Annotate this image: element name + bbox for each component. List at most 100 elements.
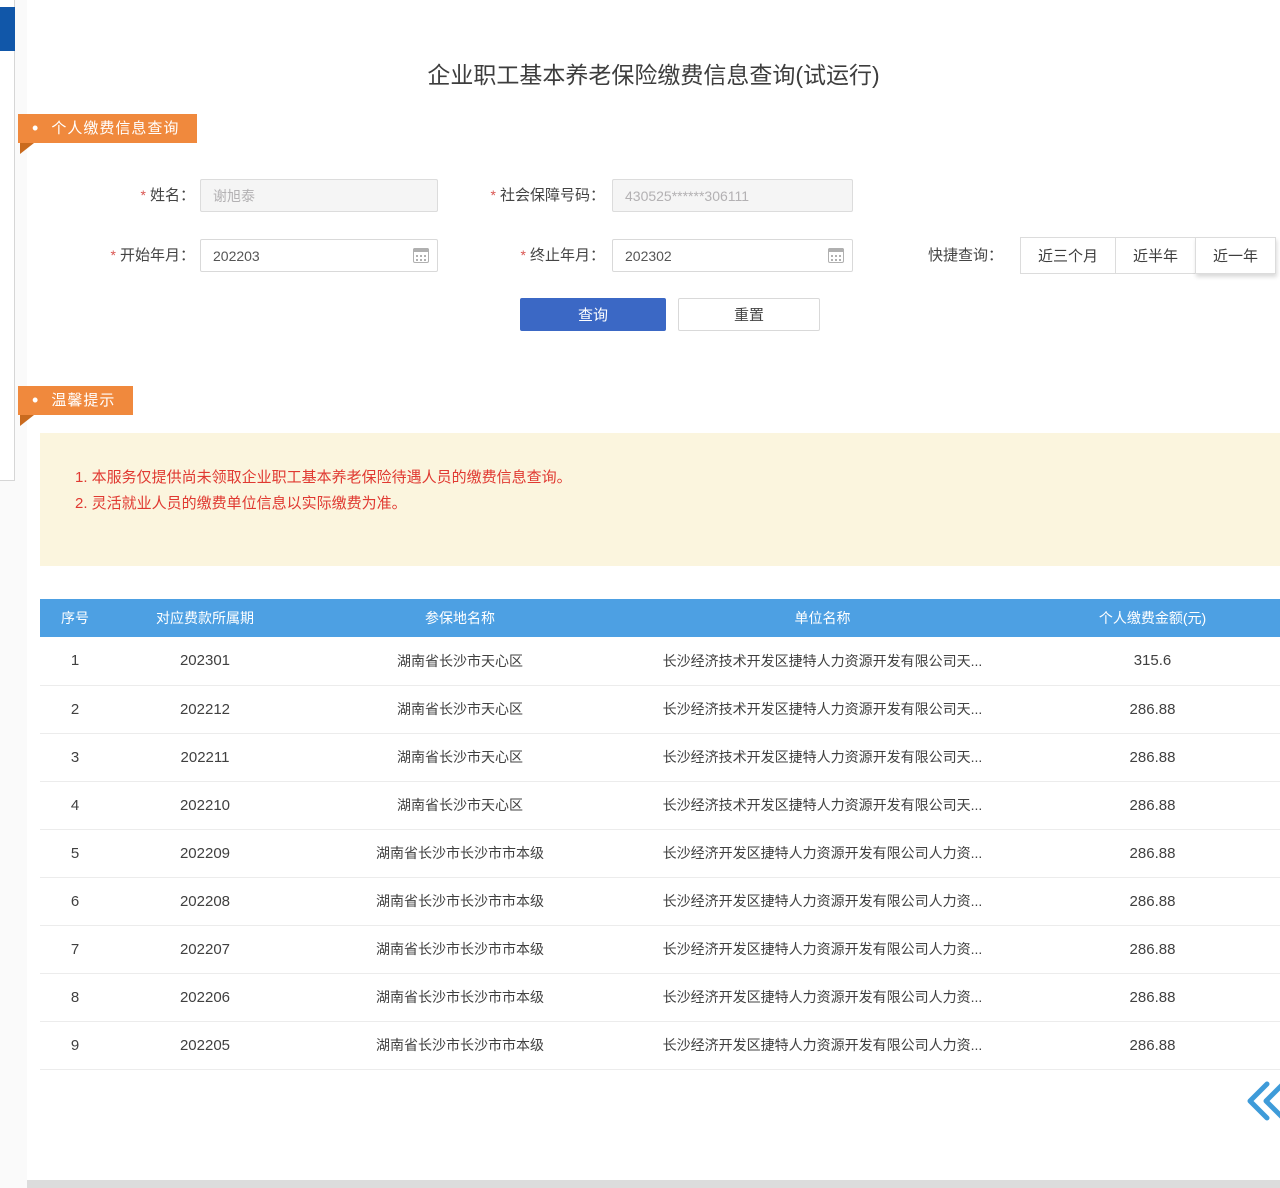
header-seq: 序号 bbox=[40, 599, 110, 637]
cell-area: 湖南省长沙市长沙市市本级 bbox=[300, 973, 620, 1021]
required-asterisk: * bbox=[111, 247, 116, 263]
ssn-label: *社会保障号码： bbox=[450, 179, 605, 212]
cell-amount: 315.6 bbox=[1025, 637, 1280, 685]
cell-seq: 5 bbox=[40, 829, 110, 877]
table-row[interactable]: 1 202301 湖南省长沙市天心区 长沙经济技术开发区捷特人力资源开发有限公司… bbox=[40, 637, 1280, 685]
reset-button[interactable]: 重置 bbox=[678, 298, 820, 331]
section-badge-query: • 个人缴费信息查询 bbox=[18, 114, 197, 143]
start-month-label: *开始年月： bbox=[60, 239, 195, 272]
cell-area: 湖南省长沙市天心区 bbox=[300, 685, 620, 733]
cell-amount: 286.88 bbox=[1025, 877, 1280, 925]
required-asterisk: * bbox=[491, 187, 496, 203]
quick-query-label: 快捷查询： bbox=[928, 239, 1012, 272]
cell-amount: 286.88 bbox=[1025, 973, 1280, 1021]
bottom-divider-strip bbox=[27, 1180, 1280, 1188]
cell-seq: 3 bbox=[40, 733, 110, 781]
ssn-input[interactable] bbox=[612, 179, 853, 212]
cell-period: 202206 bbox=[110, 973, 300, 1021]
query-button[interactable]: 查询 bbox=[520, 298, 666, 331]
table-row[interactable]: 2 202212 湖南省长沙市天心区 长沙经济技术开发区捷特人力资源开发有限公司… bbox=[40, 685, 1280, 733]
required-asterisk: * bbox=[521, 247, 526, 263]
cell-area: 湖南省长沙市长沙市市本级 bbox=[300, 1021, 620, 1069]
table-body: 1 202301 湖南省长沙市天心区 长沙经济技术开发区捷特人力资源开发有限公司… bbox=[40, 637, 1280, 1069]
bullet-icon: • bbox=[32, 114, 39, 143]
cell-area: 湖南省长沙市天心区 bbox=[300, 733, 620, 781]
table-row[interactable]: 3 202211 湖南省长沙市天心区 长沙经济技术开发区捷特人力资源开发有限公司… bbox=[40, 733, 1280, 781]
calendar-icon[interactable] bbox=[828, 248, 844, 263]
cell-company: 长沙经济开发区捷特人力资源开发有限公司人力资... bbox=[620, 1021, 1025, 1069]
cell-company: 长沙经济技术开发区捷特人力资源开发有限公司天... bbox=[620, 781, 1025, 829]
cell-seq: 9 bbox=[40, 1021, 110, 1069]
cell-amount: 286.88 bbox=[1025, 1021, 1280, 1069]
cell-amount: 286.88 bbox=[1025, 925, 1280, 973]
calendar-icon[interactable] bbox=[413, 248, 429, 263]
cell-area: 湖南省长沙市长沙市市本级 bbox=[300, 829, 620, 877]
quick-btn-last-3-months[interactable]: 近三个月 bbox=[1020, 237, 1116, 274]
cell-area: 湖南省长沙市长沙市市本级 bbox=[300, 925, 620, 973]
cell-company: 长沙经济开发区捷特人力资源开发有限公司人力资... bbox=[620, 973, 1025, 1021]
header-amount: 个人缴费金额(元) bbox=[1025, 599, 1280, 637]
section-badge-tips-label: 温馨提示 bbox=[51, 386, 115, 415]
table-row[interactable]: 6 202208 湖南省长沙市长沙市市本级 长沙经济开发区捷特人力资源开发有限公… bbox=[40, 877, 1280, 925]
cell-amount: 286.88 bbox=[1025, 781, 1280, 829]
header-area: 参保地名称 bbox=[300, 599, 620, 637]
badge-fold-decoration bbox=[20, 143, 34, 154]
cell-period: 202205 bbox=[110, 1021, 300, 1069]
table-row[interactable]: 9 202205 湖南省长沙市长沙市市本级 长沙经济开发区捷特人力资源开发有限公… bbox=[40, 1021, 1280, 1069]
header-company: 单位名称 bbox=[620, 599, 1025, 637]
cell-amount: 286.88 bbox=[1025, 829, 1280, 877]
cell-period: 202210 bbox=[110, 781, 300, 829]
page-title: 企业职工基本养老保险缴费信息查询(试运行) bbox=[27, 56, 1280, 90]
notice-line-2: 2. 灵活就业人员的缴费单位信息以实际缴费为准。 bbox=[75, 491, 1260, 517]
notice-line-1: 1. 本服务仅提供尚未领取企业职工基本养老保险待遇人员的缴费信息查询。 bbox=[75, 465, 1260, 491]
sidebar-accent-block[interactable] bbox=[0, 7, 15, 51]
cell-period: 202207 bbox=[110, 925, 300, 973]
cell-seq: 4 bbox=[40, 781, 110, 829]
quick-btn-last-half-year[interactable]: 近半年 bbox=[1115, 237, 1196, 274]
name-field-wrap bbox=[200, 179, 438, 212]
table-row[interactable]: 8 202206 湖南省长沙市长沙市市本级 长沙经济开发区捷特人力资源开发有限公… bbox=[40, 973, 1280, 1021]
payment-records-table: 序号 对应费款所属期 参保地名称 单位名称 个人缴费金额(元) 1 202301… bbox=[40, 599, 1280, 1070]
cell-seq: 7 bbox=[40, 925, 110, 973]
table-header-row: 序号 对应费款所属期 参保地名称 单位名称 个人缴费金额(元) bbox=[40, 599, 1280, 637]
end-month-field-wrap bbox=[612, 239, 853, 272]
table-row[interactable]: 5 202209 湖南省长沙市长沙市市本级 长沙经济开发区捷特人力资源开发有限公… bbox=[40, 829, 1280, 877]
name-label: *姓名： bbox=[60, 179, 195, 212]
cell-company: 长沙经济开发区捷特人力资源开发有限公司人力资... bbox=[620, 925, 1025, 973]
collapse-chevron-icon[interactable] bbox=[1243, 1078, 1280, 1124]
cell-period: 202208 bbox=[110, 877, 300, 925]
cell-period: 202211 bbox=[110, 733, 300, 781]
cell-amount: 286.88 bbox=[1025, 733, 1280, 781]
cell-area: 湖南省长沙市天心区 bbox=[300, 781, 620, 829]
end-month-input[interactable] bbox=[612, 239, 853, 272]
cell-company: 长沙经济开发区捷特人力资源开发有限公司人力资... bbox=[620, 877, 1025, 925]
section-badge-tips: • 温馨提示 bbox=[18, 386, 133, 415]
start-month-input[interactable] bbox=[200, 239, 438, 272]
header-period: 对应费款所属期 bbox=[110, 599, 300, 637]
table-row[interactable]: 4 202210 湖南省长沙市天心区 长沙经济技术开发区捷特人力资源开发有限公司… bbox=[40, 781, 1280, 829]
required-asterisk: * bbox=[141, 187, 146, 203]
badge-fold-decoration bbox=[20, 415, 34, 426]
end-month-label: *终止年月： bbox=[470, 239, 605, 272]
name-input[interactable] bbox=[200, 179, 438, 212]
section-badge-query-label: 个人缴费信息查询 bbox=[51, 114, 179, 143]
bullet-icon: • bbox=[32, 386, 39, 415]
cell-seq: 1 bbox=[40, 637, 110, 685]
cell-amount: 286.88 bbox=[1025, 685, 1280, 733]
cell-company: 长沙经济技术开发区捷特人力资源开发有限公司天... bbox=[620, 637, 1025, 685]
left-side-rail bbox=[0, 0, 15, 481]
cell-area: 湖南省长沙市天心区 bbox=[300, 637, 620, 685]
quick-btn-last-year[interactable]: 近一年 bbox=[1195, 237, 1276, 274]
cell-seq: 8 bbox=[40, 973, 110, 1021]
table-row[interactable]: 7 202207 湖南省长沙市长沙市市本级 长沙经济开发区捷特人力资源开发有限公… bbox=[40, 925, 1280, 973]
cell-seq: 6 bbox=[40, 877, 110, 925]
cell-seq: 2 bbox=[40, 685, 110, 733]
ssn-field-wrap bbox=[612, 179, 853, 212]
cell-period: 202212 bbox=[110, 685, 300, 733]
cell-company: 长沙经济开发区捷特人力资源开发有限公司人力资... bbox=[620, 829, 1025, 877]
cell-period: 202209 bbox=[110, 829, 300, 877]
quick-query-group: 近三个月 近半年 近一年 bbox=[1020, 237, 1276, 274]
notice-box: 1. 本服务仅提供尚未领取企业职工基本养老保险待遇人员的缴费信息查询。 2. 灵… bbox=[40, 433, 1280, 566]
screen: 企业职工基本养老保险缴费信息查询(试运行) • 个人缴费信息查询 *姓名： *社… bbox=[0, 0, 1280, 1188]
cell-company: 长沙经济技术开发区捷特人力资源开发有限公司天... bbox=[620, 685, 1025, 733]
